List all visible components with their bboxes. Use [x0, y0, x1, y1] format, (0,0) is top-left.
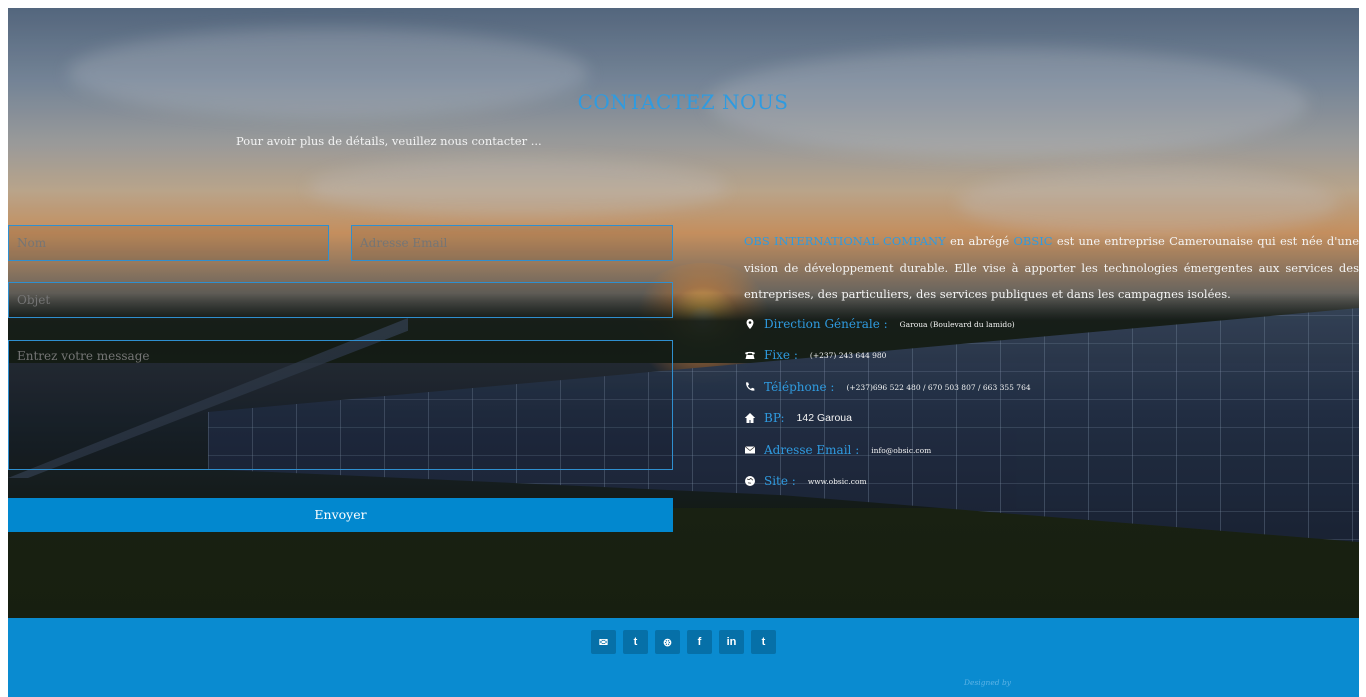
info-label: Adresse Email :: [764, 443, 860, 457]
dribbble-icon: ⊛: [662, 636, 673, 649]
company-name: OBS INTERNATIONAL COMPANY: [744, 234, 946, 248]
twitter-social-button[interactable]: t: [623, 630, 648, 654]
globe-icon: [745, 476, 755, 486]
about-text: OBS INTERNATIONAL COMPANY en abrégé OBSI…: [744, 228, 1359, 308]
dribbble-social-button[interactable]: ⊛: [655, 630, 680, 654]
tumblr-icon: t: [761, 636, 766, 648]
subject-input[interactable]: [8, 282, 673, 318]
map-marker-icon: [746, 319, 754, 329]
info-value: (+237) 243 644 980: [809, 350, 887, 360]
message-textarea[interactable]: [8, 340, 673, 470]
twitter-icon: t: [633, 636, 638, 648]
linkedin-icon: in: [726, 636, 737, 648]
facebook-icon: f: [697, 636, 702, 648]
home-icon: [744, 413, 756, 423]
page-title: CONTACTEZ NOUS: [577, 90, 789, 114]
social-links: ✉ t ⊛ f in t: [591, 630, 776, 654]
info-row-bp: BP: 142 Garoua: [744, 408, 852, 428]
fax-icon: [745, 351, 755, 359]
info-row-direction: Direction Générale : Garoua (Boulevard d…: [744, 314, 1015, 334]
company-abbr: OBSIC: [1013, 234, 1053, 248]
email-social-button[interactable]: ✉: [591, 630, 616, 654]
footer: ✉ t ⊛ f in t Designed by: [8, 618, 1359, 697]
email-input[interactable]: [351, 225, 673, 261]
info-value: info@obsic.com: [871, 445, 932, 455]
info-label: Site :: [764, 474, 796, 488]
info-row-telephone: Téléphone : (+237)696 522 480 / 670 503 …: [744, 377, 1031, 397]
info-label: Fixe :: [764, 348, 798, 362]
info-row-fixe: Fixe : (+237) 243 644 980: [744, 345, 886, 365]
info-label: Téléphone :: [764, 380, 835, 394]
abbr-intro: en abrégé: [950, 234, 1010, 248]
envelope-icon: ✉: [598, 636, 609, 649]
linkedin-social-button[interactable]: in: [719, 630, 744, 654]
info-value: Garoua (Boulevard du lamido): [899, 319, 1015, 329]
name-input[interactable]: [8, 225, 329, 261]
info-label: BP:: [764, 411, 785, 425]
info-row-site: Site : www.obsic.com: [744, 471, 867, 491]
page-subtitle: Pour avoir plus de détails, veuillez nou…: [236, 134, 542, 148]
info-label: Direction Générale :: [764, 317, 888, 331]
envelope-icon: [744, 446, 756, 454]
designed-by-text: Designed by: [964, 678, 1011, 687]
info-value: www.obsic.com: [807, 476, 867, 486]
info-value: (+237)696 522 480 / 670 503 807 / 663 35…: [846, 382, 1031, 392]
tumblr-social-button[interactable]: t: [751, 630, 776, 654]
info-row-email: Adresse Email : info@obsic.com: [744, 440, 931, 460]
facebook-social-button[interactable]: f: [687, 630, 712, 654]
info-value: 142 Garoua: [796, 412, 852, 424]
send-button[interactable]: Envoyer: [8, 498, 673, 532]
phone-icon: [746, 382, 755, 391]
